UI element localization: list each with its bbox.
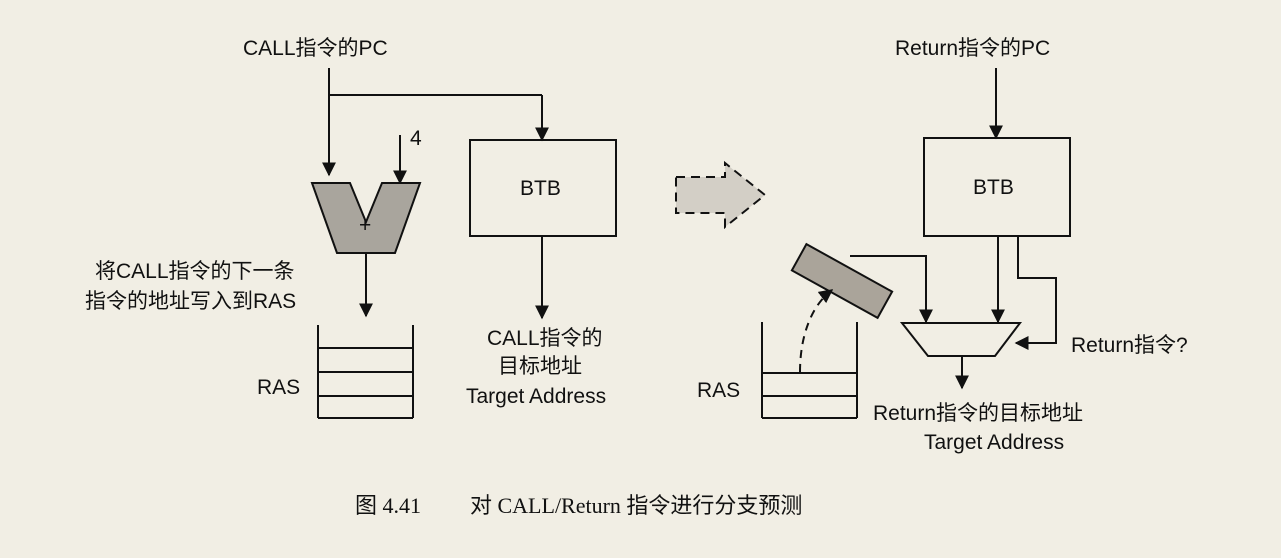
- call-target-line2: 目标地址: [498, 355, 582, 378]
- ras-stack-right: [761, 322, 858, 419]
- ras-label-left: RAS: [257, 376, 300, 399]
- write-note-line1: 将CALL指令的下一条: [95, 260, 295, 283]
- call-pc-label: CALL指令的PC: [243, 37, 388, 60]
- ras-pop-arrow: [799, 289, 834, 373]
- ras-stack-left: [317, 325, 414, 419]
- return-target-line2: Target Address: [924, 431, 1064, 454]
- figure-number: 图 4.41: [355, 493, 421, 518]
- call-target-line1: CALL指令的: [487, 327, 603, 350]
- diagram-canvas: CALL指令的PC 4 + 将CALL指令的下一条 指令的地址写入到RAS RA…: [0, 0, 1281, 558]
- increment-value: 4: [410, 127, 422, 150]
- write-note-line2: 指令的地址写入到RAS: [85, 290, 296, 313]
- call-target-line3: Target Address: [466, 385, 606, 408]
- return-select-label: Return指令?: [1071, 334, 1188, 357]
- adder-symbol: +: [359, 214, 371, 237]
- return-pc-label: Return指令的PC: [895, 37, 1050, 60]
- call-return-prediction-diagram: CALL指令的PC 4 + 将CALL指令的下一条 指令的地址写入到RAS RA…: [85, 37, 1188, 518]
- return-target-line1: Return指令的目标地址: [873, 402, 1083, 425]
- transition-arrow: [675, 160, 767, 230]
- figure-caption: 对 CALL/Return 指令进行分支预测: [470, 493, 802, 518]
- btb-right-label: BTB: [973, 176, 1014, 199]
- ras-label-right: RAS: [697, 379, 740, 402]
- target-mux: [899, 322, 1023, 357]
- call-pc-wires: [322, 68, 549, 177]
- btb-left-label: BTB: [520, 177, 561, 200]
